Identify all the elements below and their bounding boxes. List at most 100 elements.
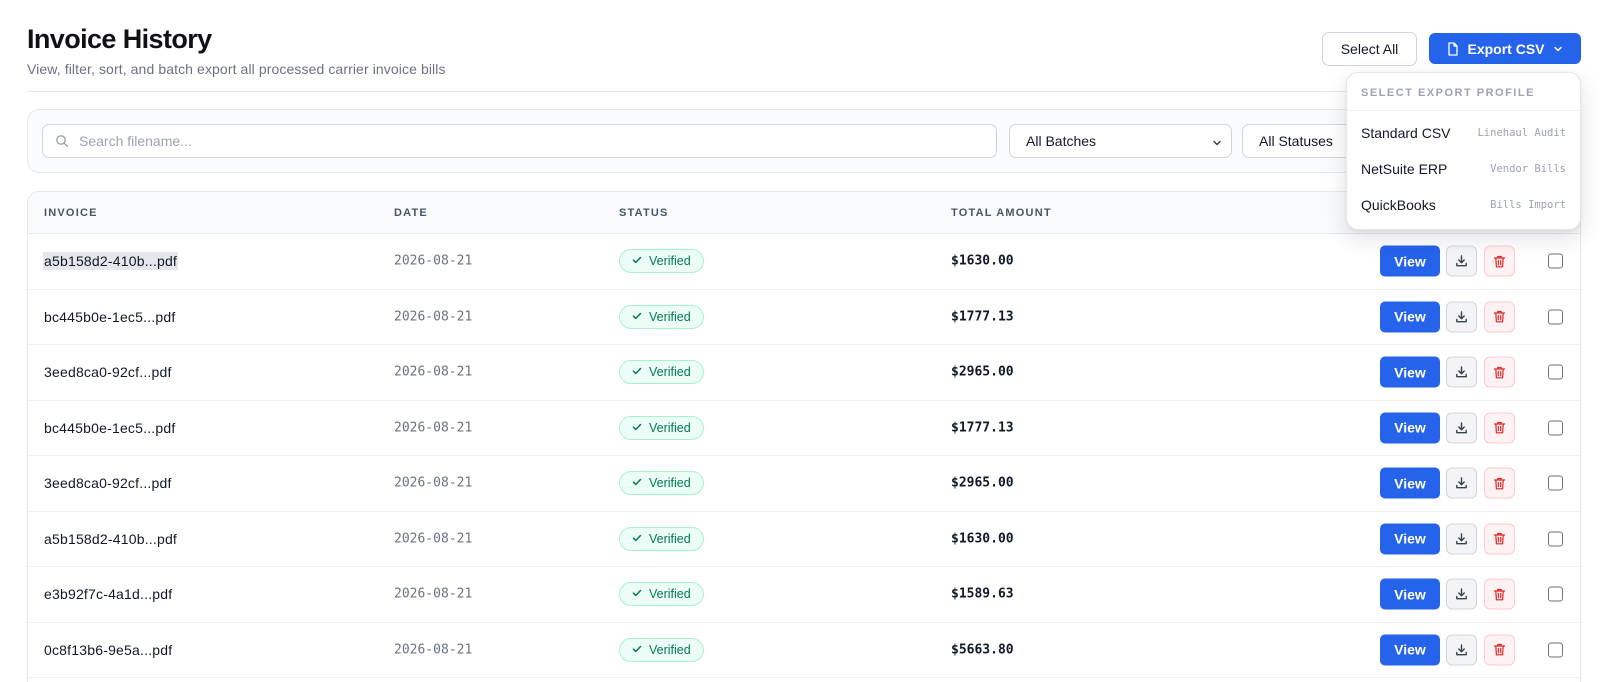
delete-button[interactable] (1484, 578, 1515, 610)
status-badge: Verified (619, 526, 704, 551)
view-button[interactable]: View (1380, 301, 1440, 333)
invoice-total-amount: $1630.00 (951, 253, 1014, 269)
export-profile-tag: Linehaul Audit (1477, 127, 1566, 139)
select-all-button[interactable]: Select All (1322, 32, 1417, 66)
invoice-table: INVOICE DATE STATUS TOTAL AMOUNT a5b158d… (27, 191, 1581, 682)
row-checkbox[interactable] (1548, 475, 1563, 491)
table-row: bc445b0e-1ec5...pdf 2026-08-21 Verified … (28, 290, 1580, 345)
trash-icon (1493, 532, 1506, 546)
trash-icon (1493, 476, 1506, 490)
status-label: Verified (649, 254, 691, 269)
table-row: a5b158d2-410b...pdf 2026-08-21 Verified … (28, 512, 1580, 567)
invoice-total-amount: $5663.80 (951, 642, 1014, 658)
invoice-filename[interactable]: bc445b0e-1ec5...pdf (44, 420, 175, 436)
view-button[interactable]: View (1380, 412, 1440, 444)
row-checkbox[interactable] (1548, 253, 1563, 269)
delete-button[interactable] (1484, 634, 1515, 666)
invoice-date: 2026-08-21 (394, 420, 473, 436)
download-button[interactable] (1446, 301, 1477, 333)
invoice-filename[interactable]: bc445b0e-1ec5...pdf (44, 309, 175, 325)
download-icon (1455, 588, 1468, 601)
invoice-total-amount: $1777.13 (951, 420, 1014, 436)
invoice-filename[interactable]: e3b92f7c-4a1d...pdf (44, 586, 172, 602)
view-button[interactable]: View (1380, 467, 1440, 499)
table-body: a5b158d2-410b...pdf 2026-08-21 Verified … (28, 234, 1580, 678)
export-profile-name: NetSuite ERP (1361, 161, 1448, 177)
invoice-filename[interactable]: 3eed8ca0-92cf...pdf (44, 364, 172, 380)
check-icon (632, 421, 642, 435)
status-badge: Verified (619, 637, 704, 662)
status-badge: Verified (619, 304, 704, 329)
export-menu-heading: SELECT EXPORT PROFILE (1347, 73, 1580, 111)
download-button[interactable] (1446, 467, 1477, 499)
table-row: 3eed8ca0-92cf...pdf 2026-08-21 Verified … (28, 456, 1580, 512)
download-icon (1455, 421, 1468, 434)
delete-button[interactable] (1484, 412, 1515, 444)
delete-button[interactable] (1484, 467, 1515, 499)
table-row: 3eed8ca0-92cf...pdf 2026-08-21 Verified … (28, 345, 1580, 401)
invoice-filename[interactable]: 0c8f13b6-9e5a...pdf (44, 642, 172, 658)
download-button[interactable] (1446, 245, 1477, 277)
invoice-date: 2026-08-21 (394, 531, 473, 547)
status-label: Verified (649, 309, 691, 324)
download-button[interactable] (1446, 634, 1477, 666)
status-label: Verified (649, 587, 691, 602)
delete-button[interactable] (1484, 301, 1515, 333)
invoice-date: 2026-08-21 (394, 586, 473, 602)
view-button[interactable]: View (1380, 578, 1440, 610)
row-checkbox[interactable] (1548, 586, 1563, 602)
download-button[interactable] (1446, 356, 1477, 388)
view-button[interactable]: View (1380, 245, 1440, 277)
row-checkbox[interactable] (1548, 531, 1563, 547)
status-label: Verified (649, 642, 691, 657)
search-box[interactable] (42, 124, 997, 158)
export-profile-item[interactable]: QuickBooks Bills Import (1347, 187, 1580, 223)
invoice-date: 2026-08-21 (394, 642, 473, 658)
search-input[interactable] (79, 133, 939, 149)
trash-icon (1493, 587, 1506, 601)
invoice-date: 2026-08-21 (394, 253, 473, 269)
export-profile-tag: Vendor Bills (1490, 163, 1566, 175)
download-button[interactable] (1446, 523, 1477, 555)
table-row: a5b158d2-410b...pdf 2026-08-21 Verified … (28, 234, 1580, 290)
table-row: bc445b0e-1ec5...pdf 2026-08-21 Verified … (28, 401, 1580, 456)
invoice-filename[interactable]: a5b158d2-410b...pdf (44, 531, 177, 547)
batch-select-value: All Batches (1026, 133, 1097, 149)
row-checkbox[interactable] (1548, 420, 1563, 436)
check-icon (632, 532, 642, 546)
column-header-date: DATE (394, 207, 428, 219)
delete-button[interactable] (1484, 523, 1515, 555)
invoice-filename[interactable]: a5b158d2-410b...pdf (43, 252, 179, 271)
check-icon (632, 476, 642, 490)
export-profile-item[interactable]: Standard CSV Linehaul Audit (1347, 115, 1580, 151)
invoice-filename[interactable]: 3eed8ca0-92cf...pdf (44, 475, 172, 491)
batch-select[interactable]: All Batches (1009, 124, 1232, 158)
row-checkbox[interactable] (1548, 642, 1563, 658)
chevron-down-icon (1211, 136, 1223, 152)
column-header-invoice: INVOICE (44, 207, 98, 219)
status-label: Verified (649, 365, 691, 380)
check-icon (632, 254, 642, 268)
invoice-total-amount: $1777.13 (951, 309, 1014, 325)
view-button[interactable]: View (1380, 634, 1440, 666)
status-badge: Verified (619, 582, 704, 607)
table-row: e3b92f7c-4a1d...pdf 2026-08-21 Verified … (28, 567, 1580, 623)
row-checkbox[interactable] (1548, 309, 1563, 325)
export-csv-button[interactable]: Export CSV (1429, 33, 1581, 64)
download-button[interactable] (1446, 412, 1477, 444)
status-badge: Verified (619, 249, 704, 274)
check-icon (632, 587, 642, 601)
download-button[interactable] (1446, 578, 1477, 610)
view-button[interactable]: View (1380, 356, 1440, 388)
export-profile-tag: Bills Import (1490, 199, 1566, 211)
row-checkbox[interactable] (1548, 364, 1563, 380)
delete-button[interactable] (1484, 356, 1515, 388)
export-menu-items: Standard CSV Linehaul Audit NetSuite ERP… (1347, 115, 1580, 223)
delete-button[interactable] (1484, 245, 1515, 277)
download-icon (1455, 366, 1468, 379)
status-badge: Verified (619, 415, 704, 440)
status-label: Verified (649, 420, 691, 435)
view-button[interactable]: View (1380, 523, 1440, 555)
export-profile-item[interactable]: NetSuite ERP Vendor Bills (1347, 151, 1580, 187)
status-label: Verified (649, 476, 691, 491)
